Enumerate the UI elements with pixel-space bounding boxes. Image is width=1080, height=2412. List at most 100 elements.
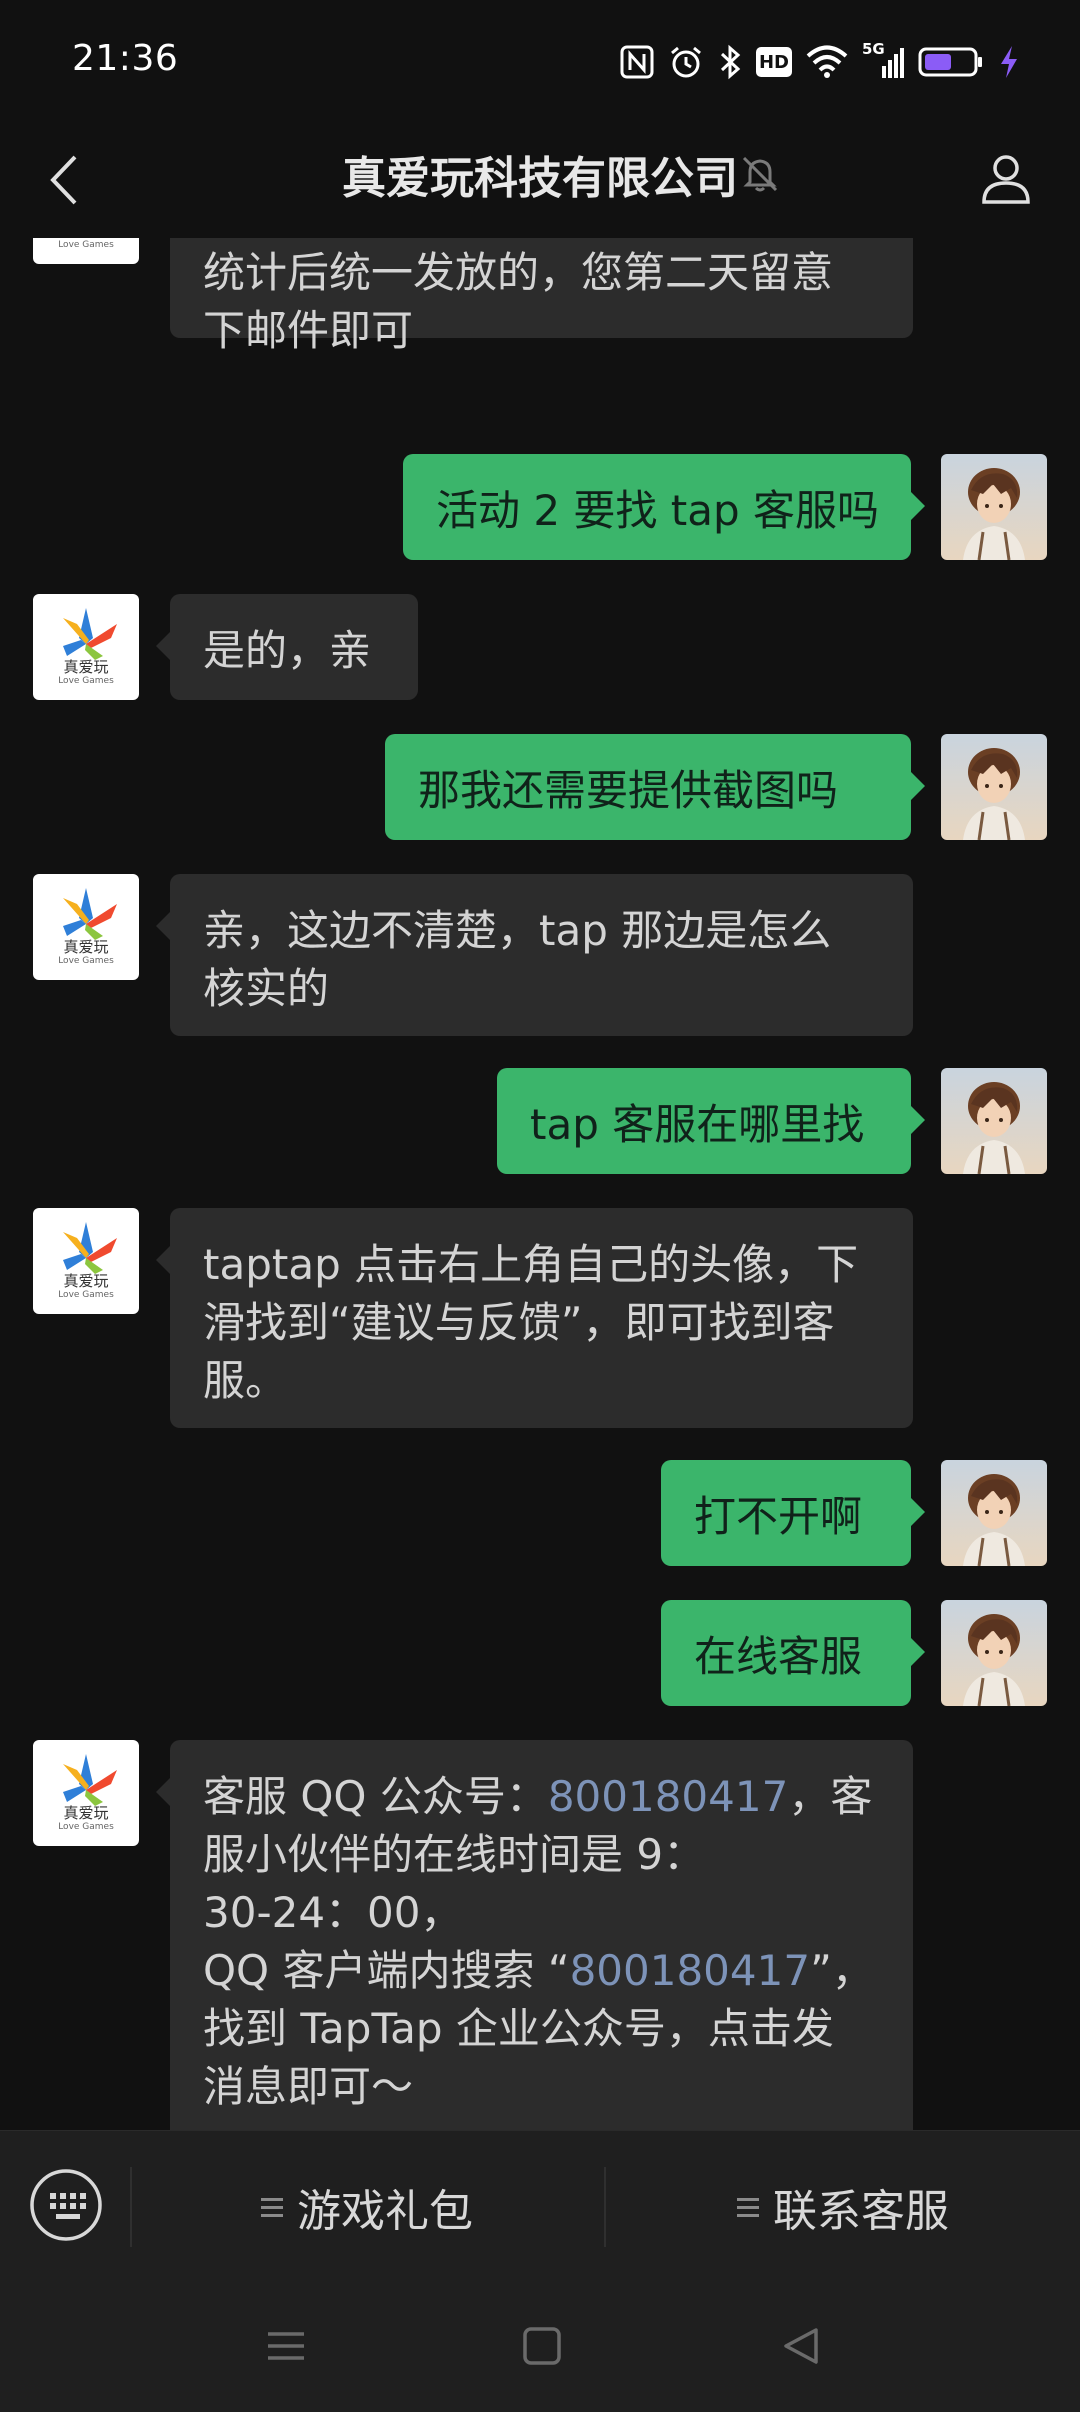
message-text: 找到 TapTap 企业公众号，点击发 [203,2004,834,2053]
user-avatar[interactable] [941,1600,1047,1706]
message-received: 真爱玩 Love Games 是的，亲 [0,594,1080,700]
avatar-logo-subtext: Love Games [58,676,114,686]
system-nav-bar [0,2282,1080,2412]
message-sent: 打不开啊 [0,1460,1080,1566]
avatar-logo-subtext: Love Games [58,1290,114,1300]
user-avatar[interactable] [941,734,1047,840]
message-text-line: 下邮件即可 [203,306,414,355]
message-text-line: 活动 2 要找 tap 客服吗 [436,486,879,535]
hd-icon: HD [756,47,792,77]
wifi-icon [806,45,848,78]
message-bubble[interactable]: 活动一是活动期间当天充值第二天统计后统一发放的，您第二天留意下邮件即可 [170,238,913,355]
menu-item-label: 游戏礼包 [297,2186,473,2237]
user-avatar[interactable] [941,1460,1047,1566]
message-list[interactable]: 真爱玩Love Games活动一是活动期间当天充值第二天统计后统一发放的，您第二… [0,238,1080,2130]
message-text: ”， [810,1946,874,1995]
company-avatar[interactable]: 真爱玩Love Games [33,594,139,700]
message-text-line: 找到 TapTap 企业公众号，点击发 [203,2000,880,2058]
qq-number-link[interactable]: 800180417 [570,1946,811,1995]
chat-header: 真爱玩科技有限公司 [0,120,1080,238]
nfc-icon [620,45,654,79]
message-text-line: 亲，这边不清楚，tap 那边是怎么 [203,906,832,955]
message-bubble[interactable]: 打不开啊 [661,1460,925,1566]
company-avatar[interactable]: 真爱玩Love Games [33,238,139,264]
bluetooth-icon [720,44,741,80]
avatar-logo-text: 真爱玩 [63,1272,109,1290]
5g-signal-icon: 5G [862,40,904,80]
keyboard-toggle-button[interactable] [28,2167,104,2243]
keyboard-icon [30,2169,102,2241]
message-received: 真爱玩Love Games 活动一是活动期间当天充值第二天统计后统一发放的，您第二… [0,238,1080,355]
company-avatar[interactable]: 真爱玩Love Games [33,1740,139,1846]
message-text-line: 核实的 [203,964,330,1013]
person-icon [982,155,1030,204]
message-text-line: 30-24：00， [203,1884,880,1942]
qq-number-link[interactable]: 800180417 [548,1772,789,1821]
menu-item-label: 联系客服 [773,2186,949,2237]
avatar-logo-subtext: Love Games [58,240,114,250]
menu-lines-icon [261,2193,283,2222]
message-text-line: tap 客服在哪里找 [530,1100,865,1149]
company-avatar[interactable]: 真爱玩Love Games [33,874,139,980]
message-bubble[interactable]: 是的，亲 [156,594,418,700]
user-avatar[interactable] [941,454,1047,560]
message-text-line: 消息即可～ [203,2058,880,2116]
message-bubble[interactable]: 在线客服 [661,1600,925,1706]
message-text-line: 服。 [203,1356,288,1405]
message-text-line: 统计后统一发放的，您第二天留意 [203,248,834,297]
message-text: 消息即可～ [203,2062,414,2111]
message-sent: 活动 2 要找 tap 客服吗 [0,454,1080,560]
profile-button[interactable] [968,140,1044,216]
avatar-logo-subtext: Love Games [58,956,114,966]
avatar-logo-text: 真爱玩 [63,938,109,956]
message-text-line: 打不开啊 [694,1492,863,1541]
menu-item-contact-service[interactable]: 联系客服 [606,2131,1080,2283]
message-text: 30-24：00， [203,1888,463,1937]
message-received: 真爱玩 Love Games 亲，这边不清楚，tap 那边是怎么 核实的 [0,874,1080,1036]
message-received: 真爱玩 Love Games 客服 QQ 公众号：800180417，客 服小伙伴的在… [0,1740,1080,2130]
message-sent: 在线客服 [0,1600,1080,1706]
message-bubble[interactable]: 那我还需要提供截图吗 [385,734,925,840]
message-received: 真爱玩 Love Games taptap 点击右上角自己的头像，下 滑找到“建议与反… [0,1208,1080,1428]
message-bubble[interactable]: 亲，这边不清楚，tap 那边是怎么 核实的 [156,874,913,1036]
message-text-line: 在线客服 [694,1632,863,1681]
message-bubble[interactable]: 活动 2 要找 tap 客服吗 [403,454,925,560]
message-text-line: 客服 QQ 公众号：800180417，客 [203,1768,880,1826]
bottom-menu: 游戏礼包 联系客服 [0,2130,1080,2283]
battery-icon [918,47,982,77]
page-title: 真爱玩科技有限公司 [342,153,738,204]
status-time: 21:36 [72,38,179,79]
message-sent: 那我还需要提供截图吗 [0,734,1080,840]
menu-lines-icon [737,2193,759,2222]
message-text: ，客 [788,1772,873,1821]
message-text-line: 服小伙伴的在线时间是 9： [203,1826,880,1884]
mute-bell-icon [742,156,778,192]
message-text-line: QQ 客户端内搜索 “800180417”， [203,1942,880,2000]
menu-item-game-gift[interactable]: 游戏礼包 [132,2131,602,2283]
message-text-line: 滑找到“建议与反馈”，即可找到客 [203,1298,835,1347]
avatar-logo-text: 真爱玩 [63,1804,109,1822]
status-bar: 21:36 HD 5G [0,0,1080,120]
avatar-logo-subtext: Love Games [58,1822,114,1832]
hd-label: HD [758,51,789,73]
message-bubble[interactable]: 客服 QQ 公众号：800180417，客 服小伙伴的在线时间是 9： 30-24：… [156,1740,913,2130]
nav-menu-icon[interactable] [262,2322,310,2370]
message-text: 客服 QQ 公众号： [203,1772,548,1821]
avatar-logo-text: 真爱玩 [63,658,109,676]
message-text: QQ 客户端内搜索 “ [203,1946,570,1995]
message-text: 服小伙伴的在线时间是 9： [203,1830,706,1879]
nav-home-icon[interactable] [518,2322,566,2370]
status-icons: HD 5G [620,40,1020,84]
chat-screen: 21:36 HD 5G 真爱玩科技有限公司 Love Games 统计后统一发放… [0,0,1080,2412]
user-avatar[interactable] [941,1068,1047,1174]
message-bubble[interactable]: tap 客服在哪里找 [497,1068,925,1174]
company-avatar[interactable]: 真爱玩Love Games [33,1208,139,1314]
charging-icon [1001,46,1017,78]
alarm-icon [671,46,701,78]
message-text-line: taptap 点击右上角自己的头像，下 [203,1240,859,1289]
message-text-line: 是的，亲 [203,626,372,675]
message-sent: tap 客服在哪里找 [0,1068,1080,1174]
nav-back-icon[interactable] [778,2322,826,2370]
message-text-line: 那我还需要提供截图吗 [418,766,839,815]
message-bubble[interactable]: taptap 点击右上角自己的头像，下 滑找到“建议与反馈”，即可找到客 服。 [156,1208,913,1428]
